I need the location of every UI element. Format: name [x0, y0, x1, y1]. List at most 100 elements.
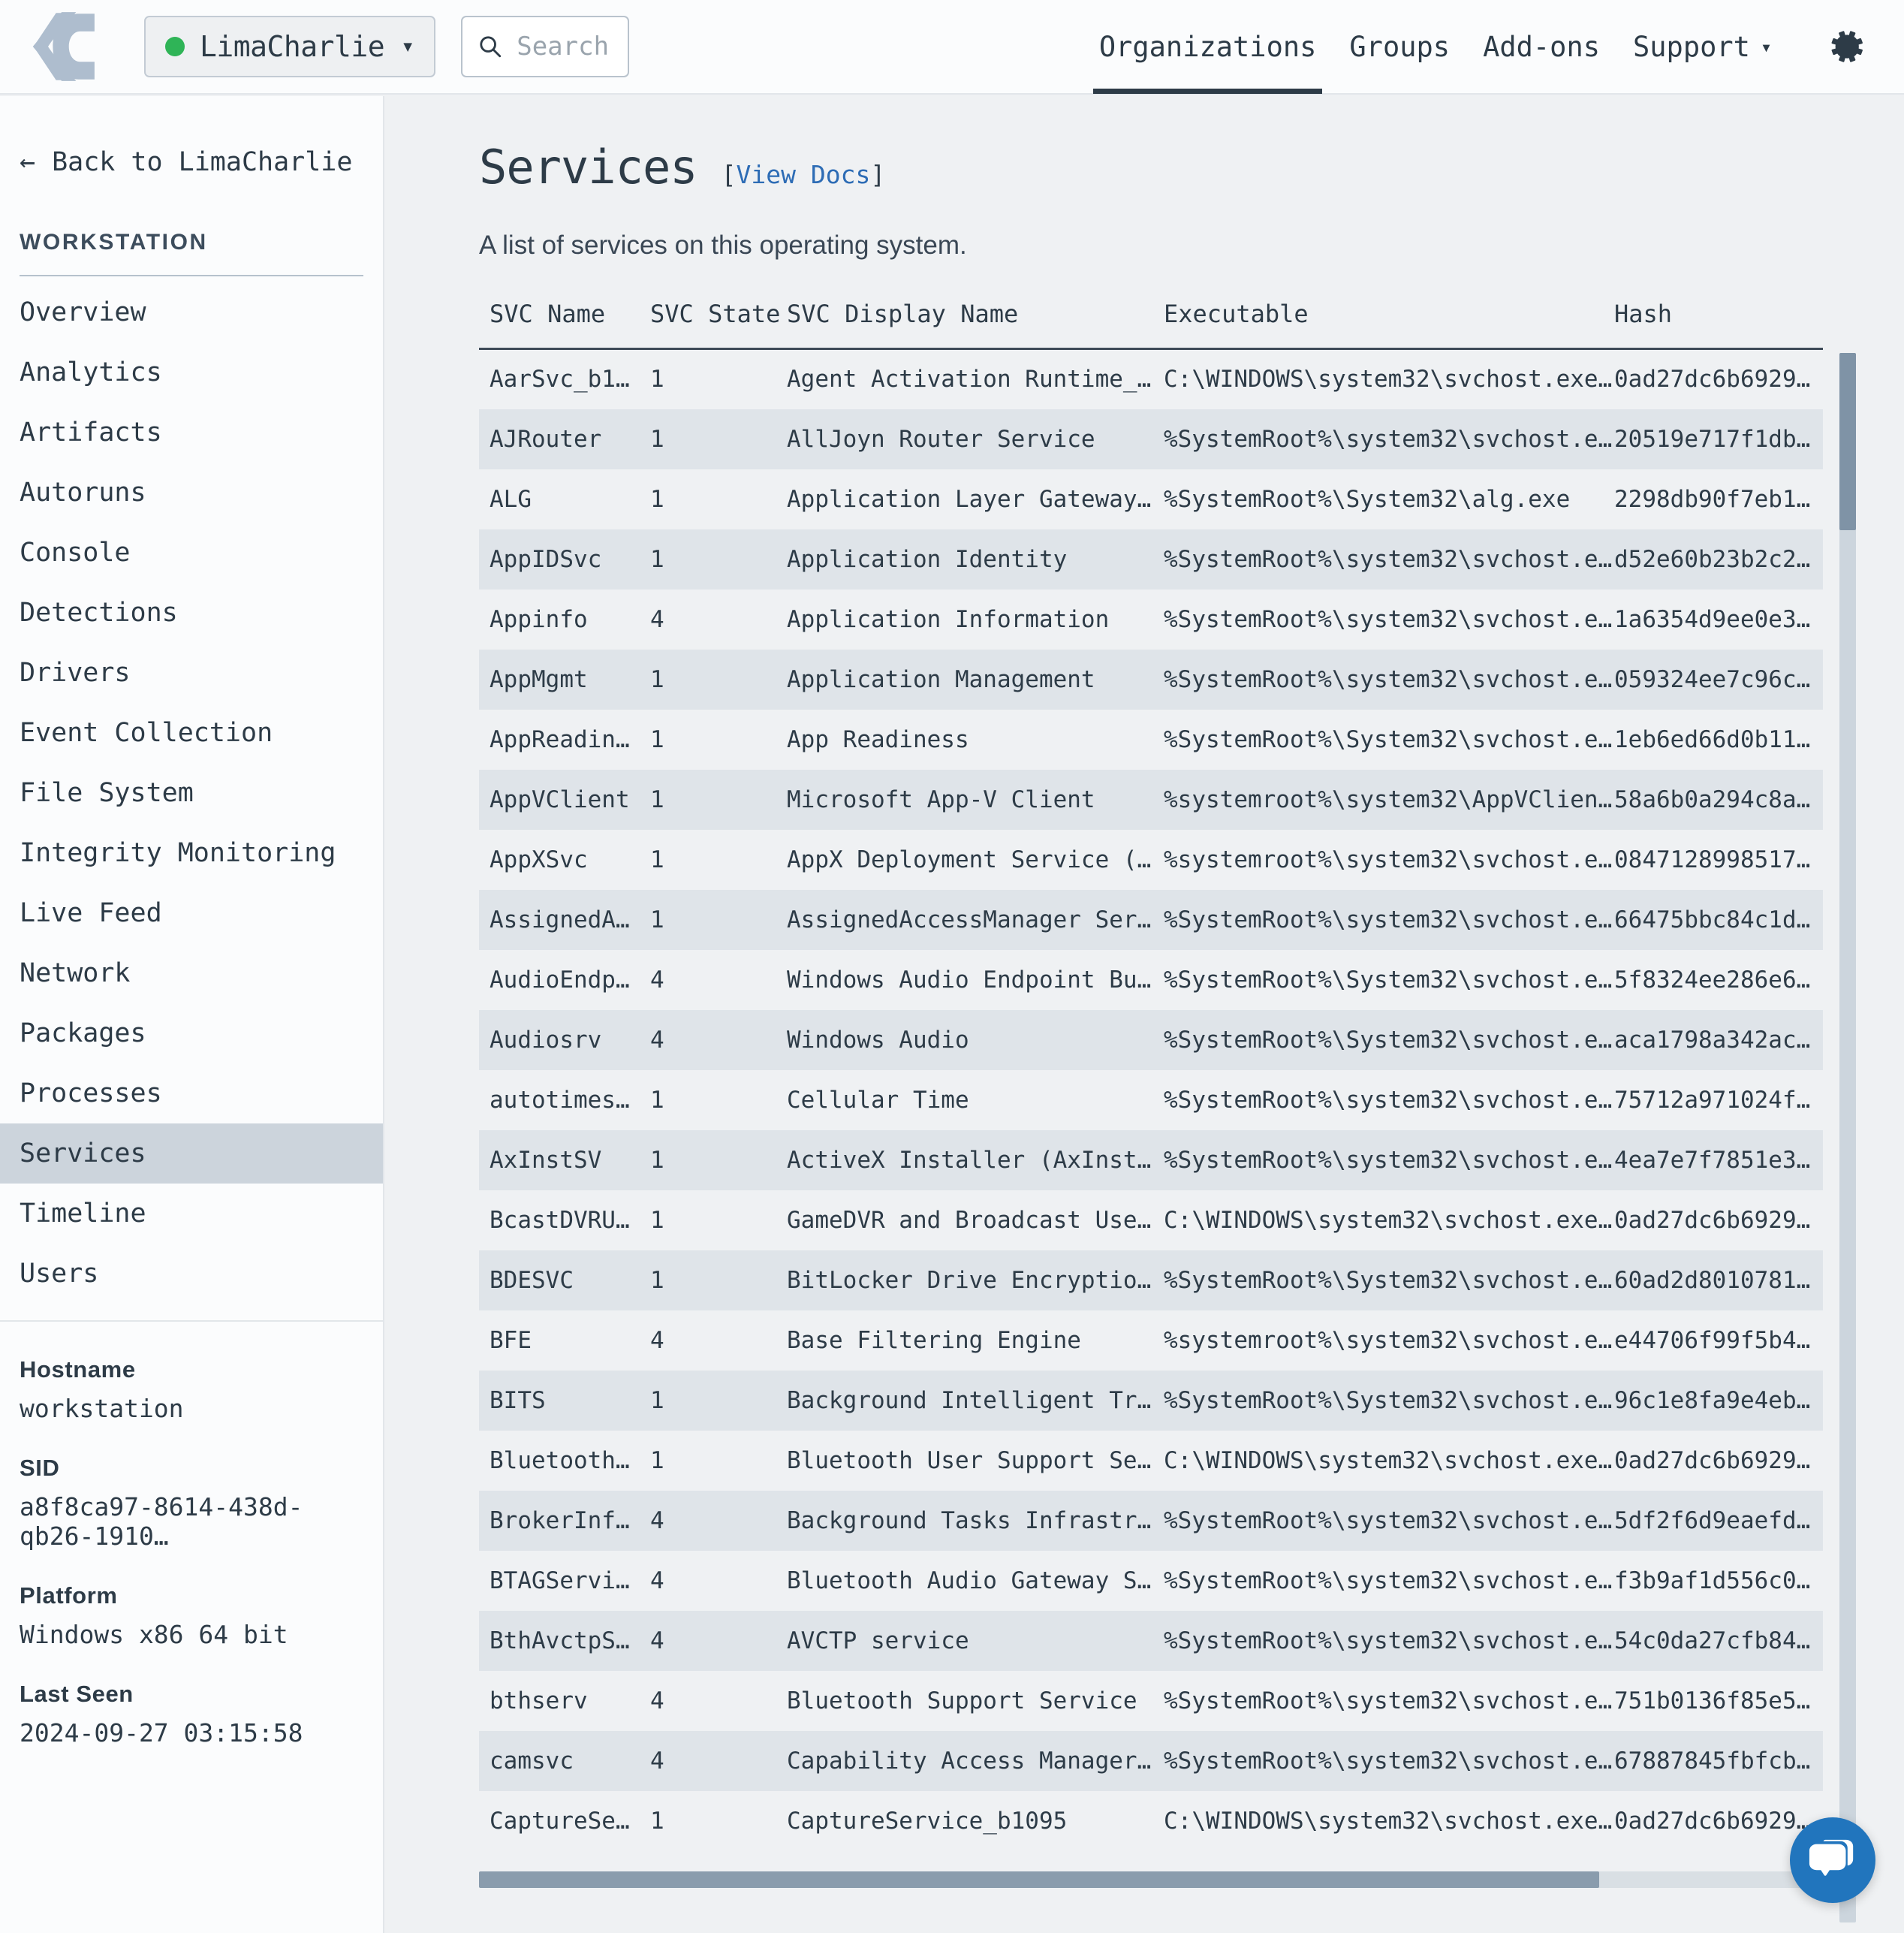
cell-executable: %SystemRoot%\system32\svchost.exe -… — [1164, 425, 1614, 453]
sidebar-item-artifacts[interactable]: Artifacts — [0, 403, 383, 463]
table-row[interactable]: Appinfo 4 Application Information %SystemRo… — [479, 589, 1823, 650]
cell-svc-state: 4 — [650, 1627, 664, 1654]
table-row[interactable]: Bluetooth… 1 Bluetooth User Support Servic… — [479, 1430, 1823, 1491]
cell-svc-state: 1 — [650, 425, 664, 453]
table-row[interactable]: BrokerInf… 4 Background Tasks Infrastructu… — [479, 1490, 1823, 1551]
limacharlie-logo-icon[interactable] — [32, 11, 113, 83]
cell-svc-name: BcastDVRU… — [490, 1206, 630, 1234]
cell-svc-state: 1 — [650, 1807, 664, 1835]
sensor-info-key: Platform — [20, 1582, 118, 1609]
sidebar-item-overview[interactable]: Overview — [0, 282, 383, 342]
table-row[interactable]: camsvc 4 Capability Access Manager Ser…%Sy… — [479, 1730, 1823, 1791]
cell-hash: 0ad27dc6b692903c4 — [1614, 1807, 1823, 1835]
sidebar-item-packages[interactable]: Packages — [0, 1003, 383, 1063]
cell-svc-display-name: Windows Audio Endpoint Builder — [787, 966, 1164, 994]
cell-executable: %SystemRoot%\system32\svchost.exe -… — [1164, 1627, 1614, 1654]
search-box[interactable] — [461, 16, 630, 77]
cell-executable: %SystemRoot%\system32\svchost.exe -… — [1164, 545, 1614, 573]
nav-item-organizations[interactable]: Organizations — [1083, 0, 1333, 94]
cell-svc-state: 1 — [650, 665, 664, 693]
table-row[interactable]: BcastDVRU… 1 GameDVR and Broadcast User Se… — [479, 1190, 1823, 1250]
sidebar-item-detections[interactable]: Detections — [0, 583, 383, 643]
cell-executable: C:\WINDOWS\system32\svchost.exe -k … — [1164, 1206, 1614, 1234]
column-header-svc-name[interactable]: SVC Name — [479, 300, 650, 350]
column-header-svc-state[interactable]: SVC State — [650, 300, 787, 350]
table-row[interactable]: bthserv 4 Bluetooth Support Service %System… — [479, 1670, 1823, 1731]
nav-item-support[interactable]: Support ▾ — [1616, 0, 1788, 94]
table-row[interactable]: AarSvc_b1… 1 Agent Activation Runtime_b109… — [479, 348, 1823, 409]
table-row[interactable]: BTAGServi… 4 Bluetooth Audio Gateway Servi… — [479, 1550, 1823, 1611]
column-header-executable[interactable]: Executable — [1164, 300, 1614, 350]
nav-item-addons[interactable]: Add-ons — [1466, 0, 1616, 94]
horizontal-scrollbar-thumb[interactable] — [479, 1871, 1599, 1888]
nav-label-support: Support — [1633, 30, 1750, 63]
chat-bubble-icon — [1809, 1839, 1854, 1876]
cell-svc-name: AppIDSvc — [490, 545, 602, 573]
cell-executable: %SystemRoot%\system32\svchost.exe -… — [1164, 1506, 1614, 1534]
table-head: SVC Name SVC State SVC Display Name Exec… — [479, 300, 1823, 350]
sidebar-item-timeline[interactable]: Timeline — [0, 1184, 383, 1244]
sidebar-item-label: File System — [20, 778, 194, 808]
sidebar-item-label: Services — [20, 1138, 146, 1169]
cell-hash: f3b9af1d556c03b00 — [1614, 1567, 1823, 1594]
cell-hash: 60ad2d80107819f90 — [1614, 1266, 1823, 1294]
sidebar-item-analytics[interactable]: Analytics — [0, 342, 383, 403]
table-row[interactable]: BDESVC 1 BitLocker Drive Encryption Se…%Sy… — [479, 1250, 1823, 1310]
table-row[interactable]: AudioEndp… 4 Windows Audio Endpoint Builde… — [479, 949, 1823, 1010]
table-row[interactable]: BFE 4 Base Filtering Engine %systemroot%\sy… — [479, 1310, 1823, 1371]
nav-label-groups: Groups — [1349, 30, 1451, 63]
table-row[interactable]: AppReadin… 1 App Readiness %SystemRoot%\Sys… — [479, 709, 1823, 770]
sidebar-item-services[interactable]: Services — [0, 1123, 383, 1184]
cell-svc-name: BTAGServi… — [490, 1567, 630, 1594]
view-docs-link[interactable]: View Docs — [737, 160, 871, 189]
gear-icon[interactable] — [1826, 26, 1868, 68]
table-row[interactable]: ALG 1 Application Layer Gateway Ser…%Syste… — [479, 469, 1823, 529]
sidebar-item-label: Timeline — [20, 1199, 146, 1229]
cell-executable: %systemroot%\system32\svchost.exe -… — [1164, 846, 1614, 873]
organization-selector[interactable]: LimaCharlie ▾ — [144, 16, 436, 77]
cell-svc-state: 4 — [650, 1026, 664, 1054]
sidebar-item-users[interactable]: Users — [0, 1244, 383, 1304]
horizontal-scrollbar[interactable] — [479, 1871, 1823, 1888]
sidebar-item-file-system[interactable]: File System — [0, 763, 383, 823]
sidebar-item-live-feed[interactable]: Live Feed — [0, 883, 383, 943]
cell-svc-name: Bluetooth… — [490, 1446, 630, 1474]
table-row[interactable]: AJRouter 1 AllJoyn Router Service %SystemRo… — [479, 409, 1823, 469]
cell-executable: %SystemRoot%\system32\svchost.exe -… — [1164, 906, 1614, 933]
table-row[interactable]: BthAvctpS… 4 AVCTP service %SystemRoot%\sys… — [479, 1610, 1823, 1671]
cell-svc-state: 4 — [650, 605, 664, 633]
back-to-limacharlie-link[interactable]: ← Back to LimaCharlie — [0, 96, 383, 177]
sidebar-section-title: WORKSTATION — [20, 230, 363, 276]
table-row[interactable]: AxInstSV 1 ActiveX Installer (AxInstSV) %Sy… — [479, 1129, 1823, 1190]
sidebar-item-network[interactable]: Network — [0, 943, 383, 1003]
nav-item-groups[interactable]: Groups — [1333, 0, 1466, 94]
vertical-scrollbar-thumb[interactable] — [1839, 353, 1856, 530]
sidebar-item-drivers[interactable]: Drivers — [0, 643, 383, 703]
table-row[interactable]: Audiosrv 4 Windows Audio %SystemRoot%\Syste… — [479, 1009, 1823, 1070]
cell-svc-state: 4 — [650, 1687, 664, 1714]
sidebar-item-processes[interactable]: Processes — [0, 1063, 383, 1123]
nav-label-addons: Add-ons — [1483, 30, 1600, 63]
table-row[interactable]: AppVClient 1 Microsoft App-V Client %system… — [479, 769, 1823, 830]
column-header-svc-display-name[interactable]: SVC Display Name — [787, 300, 1164, 350]
sidebar-item-integrity-monitoring[interactable]: Integrity Monitoring — [0, 823, 383, 883]
sidebar-item-label: Processes — [20, 1078, 162, 1108]
table-row[interactable]: BITS 1 Background Intelligent Transf…%Syst… — [479, 1370, 1823, 1431]
table-row[interactable]: AppIDSvc 1 Application Identity %SystemRoot… — [479, 529, 1823, 590]
cell-svc-display-name: Application Information — [787, 605, 1110, 633]
sensor-info-key: Last Seen — [20, 1681, 134, 1707]
table-row[interactable]: AssignedA… 1 AssignedAccessManager Service… — [479, 889, 1823, 950]
column-header-hash[interactable]: Hash — [1614, 300, 1823, 350]
chat-support-button[interactable] — [1790, 1817, 1875, 1903]
cell-hash: d52e60b23b2c250be — [1614, 545, 1823, 573]
sidebar-item-console[interactable]: Console — [0, 523, 383, 583]
search-input[interactable] — [517, 32, 613, 62]
table-row[interactable]: CaptureSe… 1 CaptureService_b1095 C:\WINDOW… — [479, 1790, 1823, 1851]
table-row[interactable]: AppMgmt 1 Application Management %SystemRoo… — [479, 649, 1823, 710]
sidebar-item-event-collection[interactable]: Event Collection — [0, 703, 383, 763]
vertical-scrollbar[interactable] — [1839, 353, 1856, 1922]
sidebar-item-autoruns[interactable]: Autoruns — [0, 463, 383, 523]
table-row[interactable]: AppXSvc 1 AppX Deployment Service (AppX…%s… — [479, 829, 1823, 890]
table-row[interactable]: autotimes… 1 Cellular Time %SystemRoot%\sys… — [479, 1069, 1823, 1130]
cell-svc-display-name: BitLocker Drive Encryption Se… — [787, 1266, 1164, 1294]
